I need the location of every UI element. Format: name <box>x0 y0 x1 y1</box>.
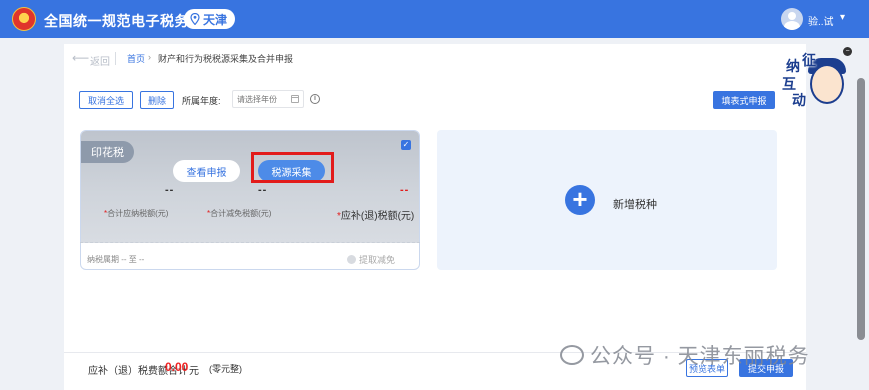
year-picker[interactable] <box>232 90 304 108</box>
top-navbar: 全国统一规范电子税务局 天津 验..试 ▾ <box>0 0 869 38</box>
watermark: 公众号 · 天津东丽税务 <box>560 340 810 370</box>
refund-due-value: -- <box>400 184 410 196</box>
tax-emblem-icon <box>12 7 36 31</box>
total-tax-in-words: (零元整) <box>209 364 242 374</box>
chevron-down-icon[interactable]: ▾ <box>840 12 845 23</box>
location-label: 天津 <box>203 12 228 27</box>
year-label: 所属年度: <box>182 96 221 106</box>
breadcrumb: ⟵ 返回 首页 › 财产和行为税税源采集及合并申报 <box>64 44 806 74</box>
watermark-text: 公众号 · 天津东丽税务 <box>590 345 810 368</box>
mascot-char-4: 动 <box>792 92 806 108</box>
breadcrumb-home-link[interactable]: 首页 <box>127 52 145 65</box>
user-avatar[interactable] <box>781 8 803 30</box>
breadcrumb-separator-icon: › <box>148 52 151 62</box>
info-icon[interactable]: i <box>310 94 320 104</box>
breadcrumb-current: 财产和行为税税源采集及合并申报 <box>158 54 294 64</box>
year-input[interactable] <box>233 91 291 107</box>
scrollbar-thumb[interactable] <box>857 78 865 340</box>
delete-button[interactable]: 删除 <box>140 91 174 109</box>
mascot-char-2: 纳 <box>786 58 800 74</box>
tax-type-card: 印花税 <box>80 130 420 270</box>
total-tax-unit: 元 <box>189 366 199 377</box>
tax-period: 纳税属期 -- 至 -- <box>87 255 145 264</box>
extract-relief-label: 提取减免 <box>359 255 396 265</box>
cancel-select-all-button[interactable]: 取消全选 <box>79 91 133 109</box>
card-divider <box>80 242 420 243</box>
relief-icon <box>347 255 356 264</box>
extract-relief-link[interactable]: 提取减免 <box>347 253 395 266</box>
interaction-mascot[interactable]: 征 纳 互 动 <box>782 52 848 112</box>
highlight-box <box>251 152 334 183</box>
back-arrow-icon[interactable]: ⟵ <box>72 51 89 65</box>
mascot-face <box>810 64 844 104</box>
total-payable-value: -- <box>165 184 175 196</box>
breadcrumb-divider <box>115 52 116 65</box>
wechat-icon <box>560 345 584 365</box>
plus-icon[interactable]: + <box>565 185 595 215</box>
add-tax-type-label[interactable]: 新增税种 <box>613 196 657 212</box>
view-declaration-button[interactable]: 查看申报 <box>173 160 240 182</box>
username[interactable]: 验..试 <box>808 13 834 28</box>
add-tax-type-card[interactable] <box>437 130 777 270</box>
refund-due-label: *应补(退)税额(元) <box>337 211 415 222</box>
location-selector[interactable]: 天津 <box>184 9 236 29</box>
total-payable-label: *合计应纳税额(元) <box>104 209 169 218</box>
total-relief-value: -- <box>258 184 268 196</box>
tax-type-tag: 印花税 <box>81 141 134 163</box>
location-pin-icon <box>190 13 200 25</box>
fill-form-declare-button[interactable]: 填表式申报 <box>713 91 775 109</box>
total-tax-value: 0.00 <box>165 360 189 374</box>
back-link[interactable]: 返回 <box>90 53 110 68</box>
mascot-char-1: 征 <box>802 52 816 68</box>
total-relief-label: *合计减免税额(元) <box>207 209 272 218</box>
app-title: 全国统一规范电子税务局 <box>44 13 204 29</box>
card-checkbox[interactable]: ✓ <box>401 140 411 150</box>
close-icon[interactable]: − <box>843 47 852 56</box>
calendar-icon[interactable] <box>291 95 299 103</box>
